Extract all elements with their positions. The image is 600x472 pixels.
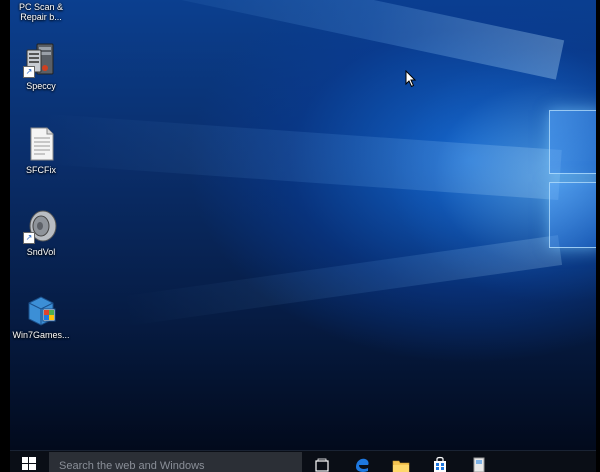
desktop-icon-win7games[interactable]: Win7Games... — [7, 291, 75, 340]
file-explorer-icon[interactable] — [391, 455, 411, 472]
screen: PC Scan & Repair b... ↗ Speccy SFCFix ↗ … — [0, 0, 600, 472]
desktop-icon-sfcfix[interactable]: SFCFix — [7, 126, 75, 175]
desktop-icon-sndvol[interactable]: ↗ SndVol — [7, 208, 75, 257]
logo-pane — [549, 182, 600, 248]
screen-border-right — [596, 0, 600, 472]
desktop-icon-label: PC Scan & Repair b... — [18, 2, 64, 22]
speaker-icon: ↗ — [23, 208, 59, 244]
shortcut-arrow-icon: ↗ — [23, 232, 35, 244]
wallpaper-light-beam — [86, 0, 565, 80]
mouse-cursor-icon — [405, 69, 417, 93]
screen-border-left — [0, 0, 10, 472]
wallpaper-light-beam — [122, 235, 563, 327]
search-placeholder: Search the web and Windows — [59, 460, 205, 472]
start-button[interactable] — [10, 451, 48, 472]
desktop-icon-label: Speccy — [26, 81, 56, 91]
document-icon — [23, 126, 59, 162]
desktop-icon-label: Win7Games... — [12, 330, 70, 340]
windows-logo-icon — [22, 457, 36, 470]
desktop-icon-label: SndVol — [26, 247, 56, 257]
speccy-icon: ↗ — [23, 42, 59, 78]
shortcut-arrow-icon: ↗ — [23, 66, 35, 78]
wallpaper-light-beam — [39, 113, 562, 200]
windows-logo-graphic — [545, 108, 600, 248]
app-icon[interactable] — [469, 455, 489, 472]
search-input[interactable]: Search the web and Windows — [49, 452, 302, 472]
taskbar: Search the web and Windows — [10, 450, 596, 472]
desktop-wallpaper: PC Scan & Repair b... ↗ Speccy SFCFix ↗ … — [0, 0, 600, 450]
desktop-icon-label: SFCFix — [26, 165, 56, 175]
games-installer-icon — [23, 291, 59, 327]
desktop-icon-speccy[interactable]: ↗ Speccy — [7, 42, 75, 91]
logo-pane — [549, 110, 600, 174]
task-view-icon[interactable] — [312, 455, 332, 472]
edge-browser-icon[interactable] — [352, 455, 372, 472]
store-icon[interactable] — [430, 455, 450, 472]
desktop-icon-pc-scan-repair[interactable]: PC Scan & Repair b... — [7, 0, 75, 22]
